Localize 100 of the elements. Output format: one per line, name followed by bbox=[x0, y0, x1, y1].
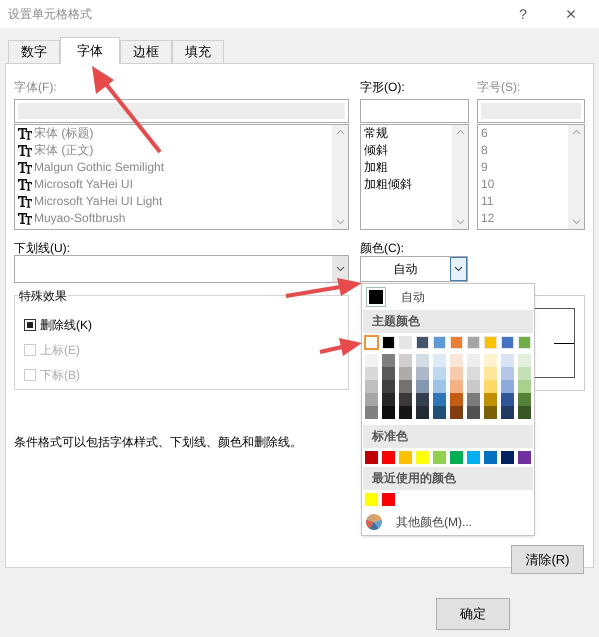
tab[interactable]: 边框 bbox=[120, 40, 172, 63]
color-swatch[interactable] bbox=[382, 380, 395, 393]
color-swatch[interactable] bbox=[416, 406, 429, 419]
font-name[interactable]: Microsoft YaHei UI bbox=[34, 176, 133, 193]
color-swatch[interactable] bbox=[382, 451, 395, 464]
scroll-up-icon[interactable] bbox=[336, 129, 344, 135]
color-swatch[interactable] bbox=[433, 354, 446, 367]
color-swatch[interactable] bbox=[484, 451, 497, 464]
color-swatch[interactable] bbox=[450, 406, 463, 419]
list-item[interactable]: 加粗 bbox=[364, 159, 452, 176]
color-swatch[interactable] bbox=[518, 393, 531, 406]
scroll-down-icon[interactable] bbox=[456, 219, 464, 225]
tab[interactable]: 字体 bbox=[60, 37, 120, 64]
color-swatch[interactable] bbox=[399, 380, 412, 393]
color-swatch[interactable] bbox=[501, 406, 514, 419]
color-swatch[interactable] bbox=[382, 336, 395, 349]
color-swatch[interactable] bbox=[484, 406, 497, 419]
color-swatch[interactable] bbox=[399, 451, 412, 464]
color-swatch[interactable] bbox=[399, 406, 412, 419]
clear-button[interactable]: 清除(R) bbox=[511, 545, 584, 574]
color-swatch[interactable] bbox=[450, 393, 463, 406]
color-swatch[interactable] bbox=[365, 336, 378, 349]
color-swatch[interactable] bbox=[518, 380, 531, 393]
font-name[interactable]: 宋体 (标题) bbox=[34, 125, 94, 142]
color-dropdown[interactable]: 自动 bbox=[360, 256, 468, 282]
color-swatch[interactable] bbox=[501, 354, 514, 367]
font-name[interactable]: 宋体 (正文) bbox=[34, 142, 94, 159]
color-swatch[interactable] bbox=[501, 367, 514, 380]
color-swatch[interactable] bbox=[365, 393, 378, 406]
color-swatch[interactable] bbox=[399, 354, 412, 367]
scroll-down-icon[interactable] bbox=[572, 219, 580, 225]
color-swatch[interactable] bbox=[399, 393, 412, 406]
menu-item[interactable]: 其他颜色(M)... bbox=[396, 513, 472, 531]
color-swatch[interactable] bbox=[518, 451, 531, 464]
color-swatch[interactable] bbox=[365, 493, 378, 506]
checkbox[interactable] bbox=[24, 319, 36, 331]
color-swatch[interactable] bbox=[484, 380, 497, 393]
color-swatch[interactable] bbox=[518, 367, 531, 380]
color-swatch[interactable] bbox=[450, 354, 463, 367]
color-swatch[interactable] bbox=[518, 354, 531, 367]
color-swatch[interactable] bbox=[365, 451, 378, 464]
color-swatch[interactable] bbox=[467, 406, 480, 419]
color-swatch[interactable] bbox=[382, 406, 395, 419]
color-swatch[interactable] bbox=[416, 367, 429, 380]
tab[interactable]: 数字 bbox=[8, 40, 60, 63]
help-button[interactable]: ? bbox=[503, 4, 543, 24]
tab[interactable]: 填充 bbox=[172, 40, 224, 63]
color-swatch[interactable] bbox=[416, 380, 429, 393]
color-swatch[interactable] bbox=[433, 393, 446, 406]
color-swatch[interactable] bbox=[467, 380, 480, 393]
color-swatch[interactable] bbox=[399, 367, 412, 380]
color-swatch[interactable] bbox=[484, 354, 497, 367]
color-swatch[interactable] bbox=[416, 451, 429, 464]
color-swatch[interactable] bbox=[484, 336, 497, 349]
input-field[interactable] bbox=[477, 99, 585, 123]
color-swatch[interactable] bbox=[450, 336, 463, 349]
scrollbar[interactable] bbox=[452, 125, 468, 229]
list-item[interactable]: 倾斜 bbox=[364, 142, 452, 159]
color-swatch[interactable] bbox=[382, 493, 395, 506]
close-button[interactable]: × bbox=[551, 0, 591, 28]
list-item[interactable]: 11 bbox=[481, 193, 568, 210]
list-item[interactable]: 6 bbox=[481, 125, 568, 142]
color-swatch[interactable] bbox=[382, 367, 395, 380]
color-swatch[interactable] bbox=[416, 336, 429, 349]
color-swatch[interactable] bbox=[467, 354, 480, 367]
color-swatch[interactable] bbox=[433, 380, 446, 393]
color-swatch[interactable] bbox=[433, 451, 446, 464]
color-swatch[interactable] bbox=[518, 336, 531, 349]
input-field[interactable] bbox=[360, 99, 469, 123]
color-swatch[interactable] bbox=[433, 336, 446, 349]
color-swatch[interactable] bbox=[382, 354, 395, 367]
list-item[interactable]: 常规 bbox=[364, 125, 452, 142]
scrollbar[interactable] bbox=[332, 125, 348, 229]
color-swatch[interactable] bbox=[433, 406, 446, 419]
scroll-up-icon[interactable] bbox=[572, 129, 580, 135]
color-swatch[interactable] bbox=[433, 367, 446, 380]
color-swatch[interactable] bbox=[382, 393, 395, 406]
color-swatch[interactable] bbox=[501, 380, 514, 393]
color-swatch[interactable] bbox=[365, 367, 378, 380]
color-swatch[interactable] bbox=[450, 451, 463, 464]
color-swatch[interactable] bbox=[518, 406, 531, 419]
scrollbar[interactable] bbox=[568, 125, 584, 229]
ok-button[interactable]: 确定 bbox=[436, 598, 510, 630]
color-swatch[interactable] bbox=[416, 354, 429, 367]
color-swatch[interactable] bbox=[365, 380, 378, 393]
menu-item[interactable]: 自动 bbox=[401, 288, 425, 306]
color-swatch[interactable] bbox=[501, 336, 514, 349]
font-name[interactable]: Microsoft YaHei UI Light bbox=[34, 193, 162, 210]
list-item[interactable]: 9 bbox=[481, 159, 568, 176]
color-swatch[interactable] bbox=[467, 393, 480, 406]
color-swatch[interactable] bbox=[501, 393, 514, 406]
scroll-up-icon[interactable] bbox=[456, 129, 464, 135]
list-item[interactable]: 10 bbox=[481, 176, 568, 193]
color-swatch[interactable] bbox=[365, 406, 378, 419]
input-field[interactable] bbox=[14, 99, 349, 123]
font-name[interactable]: Malgun Gothic Semilight bbox=[34, 159, 164, 176]
color-swatch[interactable] bbox=[467, 451, 480, 464]
font-name[interactable]: Muyao-Softbrush bbox=[34, 210, 126, 227]
color-swatch[interactable] bbox=[467, 336, 480, 349]
color-swatch[interactable] bbox=[484, 367, 497, 380]
